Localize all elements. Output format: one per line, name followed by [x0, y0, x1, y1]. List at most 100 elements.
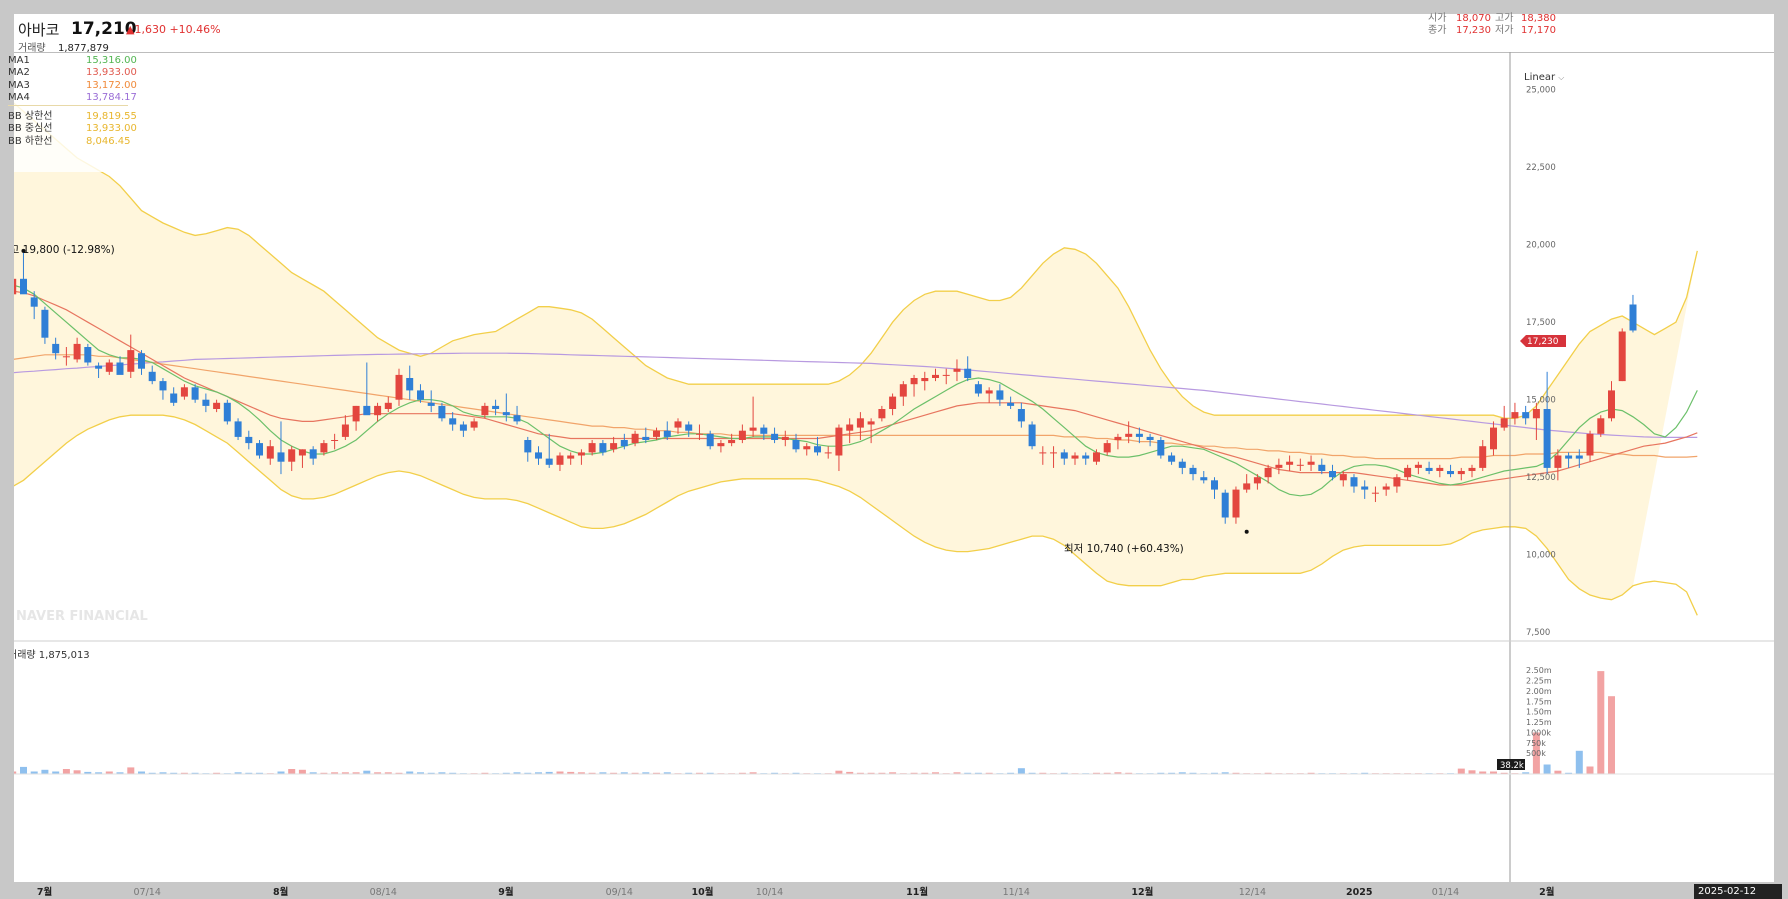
candle-body [1414, 464, 1422, 468]
candle-body [685, 424, 693, 431]
candle-body [191, 387, 199, 400]
candle-body [492, 405, 500, 409]
candle-body [127, 350, 135, 372]
indicator-legend: MA1 15,316.00 MA2 13,933.00 MA3 13,172.00 MA4 1… [8, 54, 144, 172]
candle-body [245, 436, 253, 444]
volume-tick-label: 1000k [1526, 729, 1551, 738]
candle-body [706, 433, 714, 447]
svg-text:38.2k: 38.2k [1500, 761, 1524, 771]
candle-body [1597, 418, 1605, 434]
candle-body [867, 421, 875, 425]
naver-watermark: NAVER FINANCIAL [16, 609, 148, 624]
candle-body [309, 449, 317, 459]
candle-body [1532, 409, 1540, 419]
candle-body [1017, 409, 1025, 422]
candle-body [1189, 467, 1197, 475]
candle-body [760, 427, 768, 434]
x-tick-label: 11/14 [1003, 887, 1030, 898]
candle-body [95, 365, 103, 369]
candle-body [427, 402, 435, 406]
candle-body [1457, 471, 1465, 475]
candle-body [213, 402, 221, 409]
candle-body [1329, 471, 1336, 478]
candle-body [374, 405, 382, 416]
candle-body [781, 436, 789, 440]
x-tick-label: 8월 [273, 886, 288, 898]
candle-body [1629, 304, 1637, 331]
candle-body [320, 443, 328, 453]
x-tick-label: 01/14 [1432, 887, 1459, 898]
volume-bars [14, 671, 1615, 774]
candle-body [20, 278, 27, 295]
candle-body [1178, 461, 1186, 468]
candle-body [964, 368, 972, 378]
bb-legend-value: 19,819.55 [86, 111, 137, 122]
bollinger-fill [14, 103, 1698, 600]
candle-body [910, 378, 918, 385]
candle-body [1093, 452, 1100, 462]
candle-body [202, 399, 210, 406]
candle-body [449, 418, 457, 425]
price-chart[interactable]: 25,000 22,500 20,000 17,500 15,000 12,500 10,0… [14, 14, 1774, 882]
ma-legend-value: 13,933.00 [86, 67, 137, 79]
candle-body [1575, 455, 1583, 459]
scale-mode-select[interactable]: Linear ⌵ [1524, 72, 1564, 83]
bb-legend-value: 8,046.45 [86, 135, 131, 147]
candle-body [1586, 433, 1594, 456]
chevron-down-icon: ⌵ [1558, 73, 1565, 82]
candle-body [803, 446, 811, 450]
candle-body [1436, 467, 1444, 471]
candle-body [599, 443, 607, 453]
candle-body [288, 449, 296, 462]
candle-body [1296, 464, 1304, 466]
candle-body [470, 421, 478, 428]
candle-body [41, 309, 49, 338]
candle-body [974, 384, 982, 394]
candle-body [30, 297, 38, 307]
candle-body [1511, 412, 1519, 419]
y-tick-label: 20,000 [1526, 241, 1556, 251]
candle-body [513, 415, 521, 422]
candle-body [417, 390, 424, 400]
candle-body [138, 353, 145, 369]
candle-body [567, 455, 575, 459]
candle-body [1071, 455, 1079, 459]
x-tick-label: 12월 [1131, 886, 1153, 898]
candle-body [52, 343, 60, 354]
candle-body [1253, 477, 1261, 484]
candle-body [953, 368, 961, 372]
volume-tick-label: 750k [1526, 739, 1546, 748]
candle-body [642, 436, 650, 440]
y-tick-label: 25,000 [1526, 86, 1556, 96]
candle-body [277, 452, 285, 462]
candle-body [792, 440, 800, 450]
ma-legend-label: MA4 [8, 91, 30, 103]
volume-bar [298, 769, 306, 774]
candle-body [663, 430, 671, 437]
volume-bar [1468, 770, 1476, 774]
candle-body [696, 433, 703, 435]
candle-body [1221, 492, 1229, 518]
candle-body [814, 446, 821, 453]
candle-body [878, 409, 886, 419]
svg-text:17,230: 17,230 [1527, 337, 1559, 347]
candle-body [588, 443, 596, 453]
candle-body [1243, 483, 1251, 490]
candle-body [395, 374, 403, 400]
chart-panel: 아바코 17,210 ▲1,630 +10.46% 거래량 1,877,879 … [8, 14, 1774, 882]
x-tick-label: 10/14 [756, 887, 783, 898]
candle-body [1135, 433, 1143, 437]
candle-body [481, 405, 489, 416]
high-marker [21, 248, 26, 253]
candle-body [1082, 455, 1090, 459]
x-tick-label: 7월 [37, 886, 52, 898]
candle-body [1371, 492, 1379, 494]
bb-legend-label: BB 하한선 [8, 135, 53, 147]
candle-body [62, 356, 70, 358]
y-tick-label: 10,000 [1526, 551, 1556, 561]
candle-body [1200, 477, 1208, 481]
x-tick-label: 11월 [906, 886, 928, 898]
candle-body [996, 390, 1004, 400]
volume-tick-label: 500k [1526, 749, 1546, 758]
volume-bar [73, 770, 81, 774]
